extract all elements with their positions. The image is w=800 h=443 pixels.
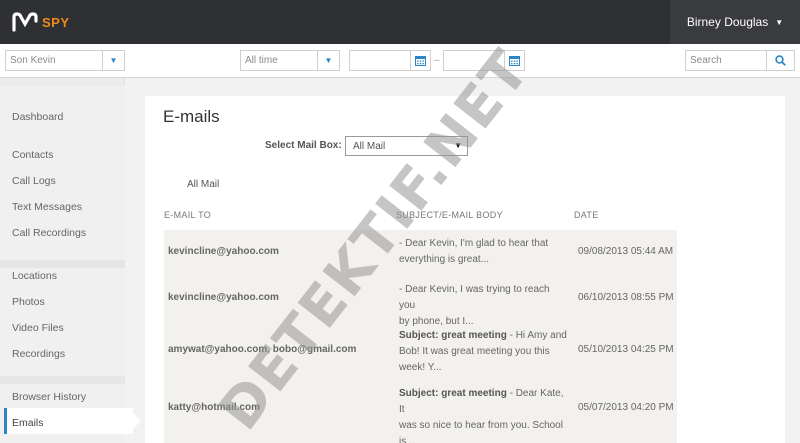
mailbox-section-label: All Mail — [187, 179, 220, 190]
search-button[interactable] — [766, 51, 794, 70]
sidebar-item-photos[interactable]: Photos — [12, 296, 45, 308]
calendar-icon[interactable] — [410, 51, 430, 70]
top-bar: SPY Birney Douglas ▼ — [0, 0, 800, 44]
email-to: kevincline@yahoo.com — [168, 292, 279, 303]
page-title: E-mails — [163, 107, 220, 126]
date-separator: – — [434, 55, 440, 66]
sidebar-item-text-messages[interactable]: Text Messages — [12, 201, 82, 213]
email-body-line: everything is great... — [399, 254, 490, 265]
sidebar-item-recordings[interactable]: Recordings — [12, 348, 65, 360]
email-body-line: is... — [399, 436, 415, 443]
email-to: amywat@yahoo.com, bobo@gmail.com — [168, 344, 357, 355]
email-date: 05/10/2013 04:25 PM — [578, 344, 674, 355]
email-to: kevincline@yahoo.com — [168, 246, 279, 257]
table-row[interactable]: kevincline@yahoo.com - Dear Kevin, I was… — [164, 276, 677, 327]
sidebar-item-contacts[interactable]: Contacts — [12, 149, 53, 161]
mailbox-select-value: All Mail — [353, 141, 386, 152]
column-header-date[interactable]: DATE — [574, 210, 599, 220]
email-body-line: Bob! It was great meeting you this — [399, 346, 550, 357]
date-to-field[interactable] — [443, 50, 525, 71]
email-body-line: - Dear Kevin, I was trying to reach you — [399, 284, 550, 311]
search-icon — [775, 55, 786, 66]
email-to: katty@hotmail.com — [168, 402, 260, 413]
sidebar-item-emails[interactable]: Emails — [12, 417, 44, 429]
device-select[interactable]: Son Kevin ▼ — [5, 50, 125, 71]
email-body-line: - Hi Amy and — [506, 330, 567, 341]
user-name: Birney Douglas — [686, 15, 769, 29]
caret-down-icon: ▼ — [775, 17, 784, 27]
email-subject: Subject: great meeting — [399, 388, 507, 399]
table-row[interactable]: amywat@yahoo.com, bobo@gmail.com Subject… — [164, 322, 677, 378]
mailbox-select[interactable]: All Mail ▼ — [345, 136, 468, 156]
email-body: - Dear Kevin, I'm glad to hear that ever… — [399, 236, 567, 268]
email-body-line: was so nice to hear from you. School — [399, 420, 563, 431]
brand-name: SPY — [42, 15, 70, 30]
column-header-subject-body[interactable]: SUBJECT/E-MAIL BODY — [396, 210, 503, 220]
search-input[interactable] — [686, 51, 766, 70]
user-menu-button[interactable]: Birney Douglas ▼ — [670, 0, 800, 44]
email-date: 09/08/2013 05:44 AM — [578, 246, 674, 257]
sidebar-divider — [0, 376, 125, 384]
caret-down-icon: ▼ — [454, 141, 462, 150]
filter-bar: Son Kevin ▼ All time ▼ – — [0, 44, 800, 78]
sidebar-item-call-recordings[interactable]: Call Recordings — [12, 227, 86, 239]
search-box — [685, 50, 795, 71]
chevron-down-icon[interactable]: ▼ — [317, 51, 339, 70]
period-select-value: All time — [245, 55, 278, 66]
email-body: Subject: great meeting - Dear Kate, It w… — [399, 386, 567, 443]
sidebar — [0, 78, 125, 443]
column-header-email-to[interactable]: E-MAIL TO — [164, 210, 211, 220]
email-date: 06/10/2013 08:55 PM — [578, 292, 674, 303]
email-table: kevincline@yahoo.com - Dear Kevin, I'm g… — [164, 230, 677, 443]
sidebar-item-browser-history[interactable]: Browser History — [12, 391, 86, 403]
emails-panel: E-mails Select Mail Box: All Mail ▼ All … — [145, 96, 785, 443]
email-body-line: - Dear Kevin, I'm glad to hear that — [399, 238, 549, 249]
sidebar-item-video-files[interactable]: Video Files — [12, 322, 64, 334]
email-body-line: week! Y... — [399, 362, 442, 373]
sidebar-divider — [0, 260, 125, 268]
chevron-down-icon[interactable]: ▼ — [102, 51, 124, 70]
date-from-field[interactable] — [349, 50, 431, 71]
email-body: Subject: great meeting - Hi Amy and Bob!… — [399, 328, 567, 376]
sidebar-item-dashboard[interactable]: Dashboard — [12, 111, 63, 123]
email-subject: Subject: great meeting — [399, 330, 507, 341]
sidebar-item-locations[interactable]: Locations — [12, 270, 57, 282]
email-date: 05/07/2013 04:20 PM — [578, 402, 674, 413]
calendar-icon[interactable] — [504, 51, 524, 70]
mspy-logo-icon — [12, 12, 38, 32]
mailbox-label: Select Mail Box: — [265, 140, 342, 151]
table-row[interactable]: katty@hotmail.com Subject: great meeting… — [164, 380, 677, 443]
sidebar-item-call-logs[interactable]: Call Logs — [12, 175, 56, 187]
period-select[interactable]: All time ▼ — [240, 50, 340, 71]
table-row[interactable]: kevincline@yahoo.com - Dear Kevin, I'm g… — [164, 230, 677, 276]
device-select-value: Son Kevin — [10, 55, 56, 66]
